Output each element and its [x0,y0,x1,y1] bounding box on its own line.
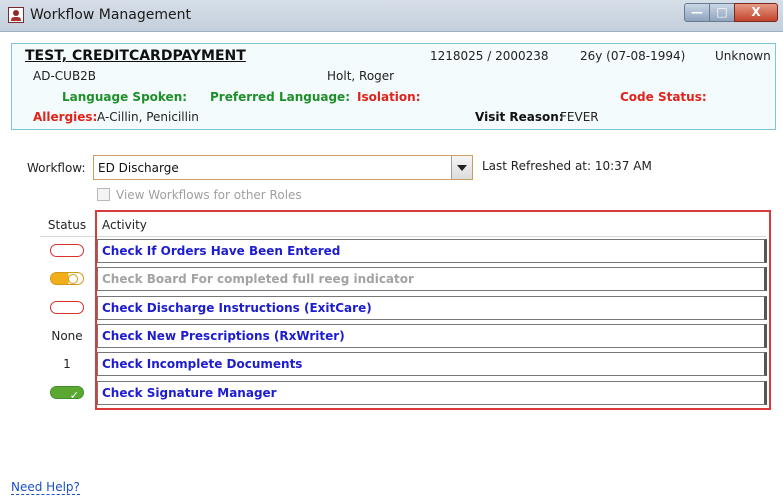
other-roles-label: View Workflows for other Roles [116,188,302,202]
patient-name[interactable]: TEST, CREDITCARDPAYMENT [25,48,246,64]
app-icon [8,7,24,23]
status-indicator: 1 [63,357,71,371]
status-indicator [42,267,92,291]
preferred-language-label: Preferred Language: [210,90,350,104]
maximize-button[interactable]: □ [709,3,735,22]
pending-status-icon [50,301,84,314]
allergies-value: A-Cillin, Penicillin [97,110,199,124]
age-dob: 26y (07-08-1994) [580,49,686,63]
need-help-link[interactable]: Need Help? [11,481,80,495]
isolation-label: Isolation: [357,90,421,104]
window-title: Workflow Management [30,7,191,23]
status-indicator: None [51,329,83,343]
status-indicator [42,239,92,263]
close-button[interactable]: X [734,3,778,22]
in-progress-status-icon [50,272,84,285]
provider-name: Holt, Roger [327,69,395,83]
account-number: 1218025 / 2000238 [430,49,549,63]
language-spoken-label: Language Spoken: [62,90,188,104]
status-indicator [42,381,92,408]
status-column-header: Status [47,218,87,232]
patient-location: AD-CUB2B [33,69,97,83]
complete-status-icon [50,384,84,408]
workflow-dropdown[interactable]: ED Discharge [93,155,473,180]
workflow-selected-value: ED Discharge [98,161,179,175]
chevron-down-icon[interactable] [451,156,472,179]
activity-highlight-box [95,210,771,410]
status-indicator [42,296,92,320]
last-refreshed: Last Refreshed at: 10:37 AM [482,159,652,173]
allergies-label: Allergies: [33,110,98,124]
visit-reason-label: Visit Reason: [475,110,564,124]
other-roles-checkbox[interactable] [97,188,110,201]
workflow-label: Workflow: [27,161,86,175]
pending-status-icon [50,244,84,257]
minimize-button[interactable]: — [684,3,710,22]
gender: Unknown [715,49,771,63]
visit-reason-value: FEVER [560,110,599,124]
code-status-label: Code Status: [620,90,707,104]
